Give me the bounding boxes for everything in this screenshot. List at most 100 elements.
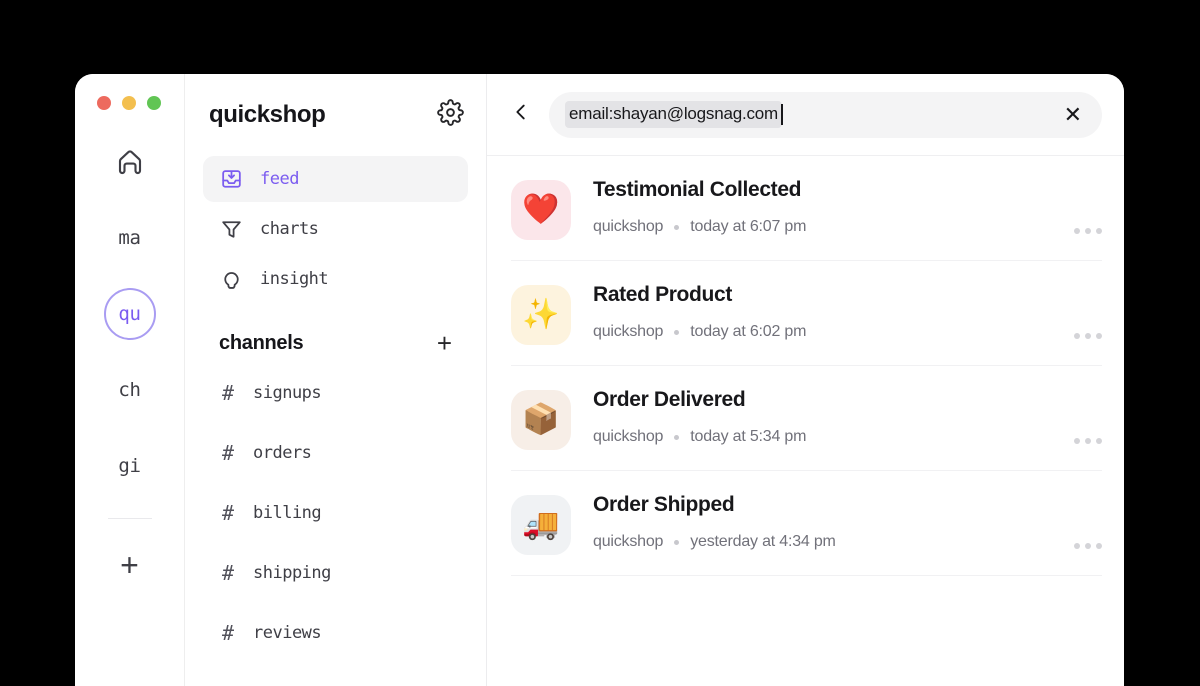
rail-item-label: qu xyxy=(118,303,141,325)
channel-item-orders[interactable]: # orders xyxy=(203,430,468,476)
feed-item[interactable]: 📦 Order Delivered quickshop today at 5:3… xyxy=(511,366,1102,471)
feed-item-body: Order Delivered quickshop today at 5:34 … xyxy=(593,388,1052,446)
feed-item-meta: quickshop today at 5:34 pm xyxy=(593,428,1052,446)
feed-item-project: quickshop xyxy=(593,533,664,550)
rail-item-label: gi xyxy=(118,455,141,477)
rail-item-label: ch xyxy=(118,379,141,401)
back-button[interactable] xyxy=(505,99,537,131)
rail-item-home[interactable] xyxy=(104,136,156,188)
feed-item-project: quickshop xyxy=(593,323,664,340)
minimize-window-button[interactable] xyxy=(122,96,136,110)
dot xyxy=(1096,438,1102,444)
window-traffic-lights xyxy=(97,96,161,110)
feed-item-time: today at 6:02 pm xyxy=(690,323,807,340)
channel-item-reviews[interactable]: # reviews xyxy=(203,610,468,656)
dot xyxy=(1074,543,1080,549)
feed-item-title: Order Delivered xyxy=(593,388,746,411)
channel-item-billing[interactable]: # billing xyxy=(203,490,468,536)
workspace-rail: ma qu ch gi + xyxy=(75,74,185,686)
add-channel-button[interactable]: + xyxy=(437,330,452,356)
meta-separator-dot xyxy=(674,539,680,545)
rail-item-ch[interactable]: ch xyxy=(104,364,156,416)
channel-label: billing xyxy=(253,503,322,523)
feed-item-more-button[interactable] xyxy=(1074,438,1102,450)
hash-icon: # xyxy=(221,441,235,465)
feed-item-meta: quickshop yesterday at 4:34 pm xyxy=(593,533,1052,551)
feed-item-body: Testimonial Collected quickshop today at… xyxy=(593,178,1052,236)
dot xyxy=(1074,228,1080,234)
feed-item-more-button[interactable] xyxy=(1074,543,1102,555)
app-window: ma qu ch gi + quickshop feed charts insi… xyxy=(75,74,1124,686)
feed-item-body: Order Shipped quickshop yesterday at 4:3… xyxy=(593,493,1052,551)
channels-section-title: channels xyxy=(219,331,304,354)
dot xyxy=(1096,228,1102,234)
feed-item-title: Rated Product xyxy=(593,283,732,306)
dot xyxy=(1085,333,1091,339)
sidebar-item-label: insight xyxy=(260,269,329,289)
dot xyxy=(1096,333,1102,339)
dot xyxy=(1096,543,1102,549)
feed-item-body: Rated Product quickshop today at 6:02 pm xyxy=(593,283,1052,341)
sidebar-item-label: feed xyxy=(260,169,299,189)
feed-item-title: Order Shipped xyxy=(593,493,735,516)
search-input[interactable]: email:shayan@logsnag.com ✕ xyxy=(549,91,1102,138)
feed-item-more-button[interactable] xyxy=(1074,228,1102,240)
workspace-title: quickshop xyxy=(209,101,326,128)
channels-section-header: channels + xyxy=(203,330,468,356)
rail-item-ma[interactable]: ma xyxy=(104,212,156,264)
rail-item-qu[interactable]: qu xyxy=(103,288,156,340)
feed-item-meta: quickshop today at 6:02 pm xyxy=(593,323,1052,341)
feed-item-time: today at 5:34 pm xyxy=(690,428,807,445)
lightbulb-icon xyxy=(219,267,244,292)
sidebar-item-label: charts xyxy=(260,219,319,239)
rail-item-gi[interactable]: gi xyxy=(104,440,156,492)
main-panel: email:shayan@logsnag.com ✕ ❤️ Testimonia… xyxy=(487,74,1124,686)
feed-item-time: yesterday at 4:34 pm xyxy=(690,533,836,550)
feed-item-project: quickshop xyxy=(593,428,664,445)
feed-item-more-button[interactable] xyxy=(1074,333,1102,345)
channel-item-signups[interactable]: # signups xyxy=(203,370,468,416)
channel-item-shipping[interactable]: # shipping xyxy=(203,550,468,596)
hash-icon: # xyxy=(221,501,235,525)
meta-separator-dot xyxy=(674,434,680,440)
search-query-token: email:shayan@logsnag.com xyxy=(565,101,783,128)
feed-item[interactable]: 🚚 Order Shipped quickshop yesterday at 4… xyxy=(511,471,1102,576)
settings-button[interactable] xyxy=(437,99,464,131)
channel-label: signups xyxy=(253,383,322,403)
feed-item-project: quickshop xyxy=(593,218,664,235)
dot xyxy=(1085,438,1091,444)
inbox-download-icon xyxy=(219,167,244,192)
sidebar-item-charts[interactable]: charts xyxy=(203,206,468,252)
sidebar-item-feed[interactable]: feed xyxy=(203,156,468,202)
screen-backdrop: ma qu ch gi + quickshop feed charts insi… xyxy=(0,0,1200,686)
rail-divider xyxy=(107,518,152,519)
feed-item-meta: quickshop today at 6:07 pm xyxy=(593,218,1052,236)
meta-separator-dot xyxy=(674,224,680,230)
feed-item[interactable]: ❤️ Testimonial Collected quickshop today… xyxy=(511,156,1102,261)
feed-item-title: Testimonial Collected xyxy=(593,178,802,201)
dot xyxy=(1074,333,1080,339)
hash-icon: # xyxy=(221,561,235,585)
funnel-icon xyxy=(219,217,244,242)
maximize-window-button[interactable] xyxy=(147,96,161,110)
channel-label: shipping xyxy=(253,563,331,583)
close-window-button[interactable] xyxy=(97,96,111,110)
sidebar-item-insight[interactable]: insight xyxy=(203,256,468,302)
clear-search-button[interactable]: ✕ xyxy=(1052,103,1082,126)
search-toolbar: email:shayan@logsnag.com ✕ xyxy=(487,74,1124,156)
dot xyxy=(1085,228,1091,234)
dot xyxy=(1085,543,1091,549)
add-workspace-button[interactable]: + xyxy=(104,539,156,591)
chevron-left-icon xyxy=(510,101,532,128)
channel-label: reviews xyxy=(253,623,322,643)
feed-item[interactable]: ✨ Rated Product quickshop today at 6:02 … xyxy=(511,261,1102,366)
dot xyxy=(1074,438,1080,444)
rail-item-label: ma xyxy=(118,227,141,249)
package-emoji: 📦 xyxy=(511,390,571,450)
search-value-wrap: email:shayan@logsnag.com xyxy=(565,101,783,128)
hash-icon: # xyxy=(221,381,235,405)
heart-emoji: ❤️ xyxy=(511,180,571,240)
hash-icon: # xyxy=(221,621,235,645)
feed-item-time: today at 6:07 pm xyxy=(690,218,807,235)
home-icon xyxy=(115,147,145,177)
